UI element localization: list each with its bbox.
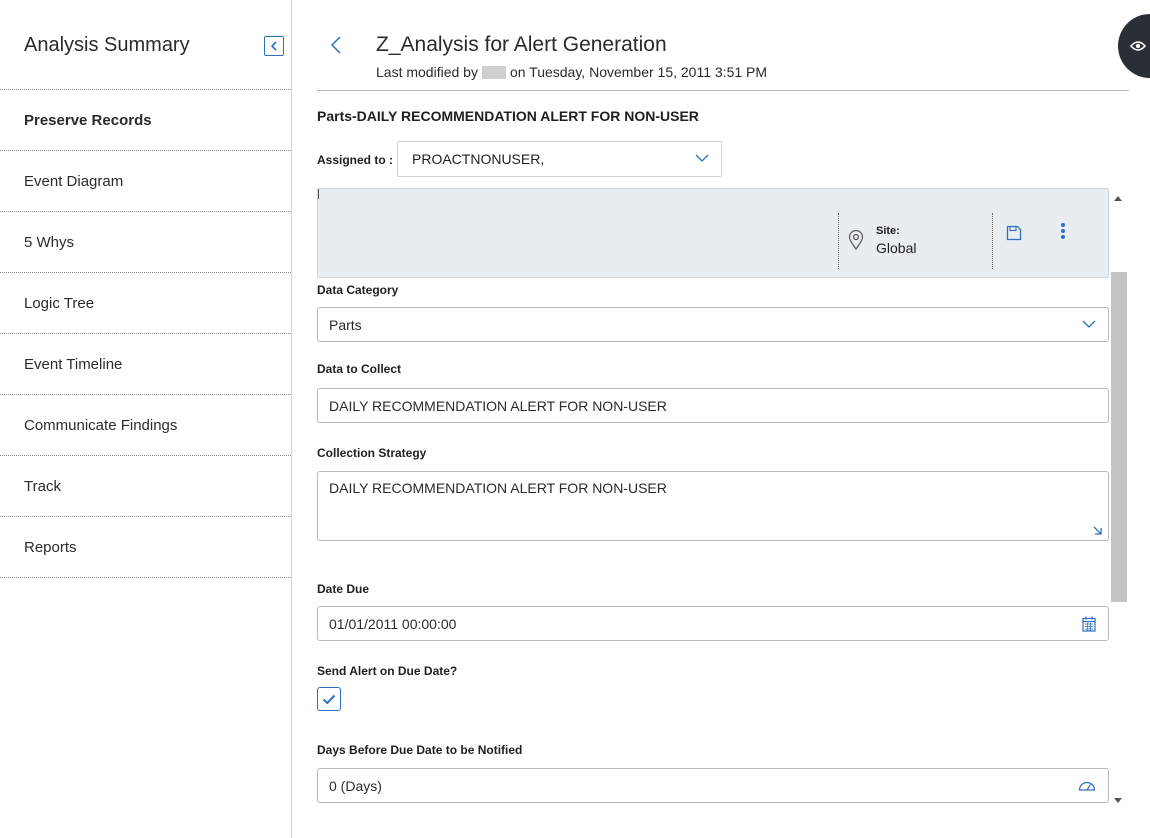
sidebar-nav: Preserve Records Event Diagram 5 Whys Lo…	[0, 90, 291, 578]
site-label: Site:	[876, 225, 900, 237]
gauge-icon[interactable]	[1078, 780, 1096, 791]
days-before-value: 0 (Days)	[329, 777, 382, 794]
send-alert-label: Send Alert on Due Date?	[317, 664, 458, 678]
sidebar-item-track[interactable]: Track	[0, 456, 291, 517]
page-title: Z_Analysis for Alert Generation	[376, 33, 667, 56]
scroll-down-arrow-icon[interactable]	[1114, 798, 1122, 803]
save-icon[interactable]	[1006, 225, 1022, 241]
toolbar-separator	[838, 213, 839, 269]
form-scrollbar[interactable]	[1111, 188, 1127, 810]
sidebar-item-preserve-records[interactable]: Preserve Records	[0, 90, 291, 151]
modified-prefix: Last modified by	[376, 64, 478, 80]
date-due-value: 01/01/2011 00:00:00	[329, 615, 457, 632]
data-to-collect-label: Data to Collect	[317, 362, 402, 376]
collection-strategy-value: DAILY RECOMMENDATION ALERT FOR NON-USER	[329, 480, 667, 496]
sidebar-item-logic-tree[interactable]: Logic Tree	[0, 273, 291, 334]
site-value: Global	[876, 240, 917, 256]
calendar-icon[interactable]	[1082, 616, 1096, 632]
location-pin-icon	[848, 230, 864, 250]
sidebar: Analysis Summary Preserve Records Event …	[0, 0, 292, 838]
chevron-down-icon	[1082, 320, 1096, 328]
checkmark-icon	[322, 694, 336, 704]
sidebar-item-reports[interactable]: Reports	[0, 517, 291, 578]
record-toolbar: Site: Global	[317, 188, 1109, 278]
sidebar-item-5-whys[interactable]: 5 Whys	[0, 212, 291, 273]
eye-fab-button[interactable]	[1118, 14, 1150, 78]
data-category-label: Data Category	[317, 283, 399, 297]
more-options-icon[interactable]	[1058, 223, 1068, 241]
chevron-down-icon	[695, 154, 709, 162]
eye-icon	[1130, 41, 1146, 51]
scrollbar-thumb[interactable]	[1111, 272, 1127, 602]
back-button[interactable]	[330, 30, 350, 60]
last-modified-line: Last modified by on Tuesday, November 15…	[376, 64, 767, 80]
date-due-label: Date Due	[317, 582, 370, 596]
data-to-collect-input[interactable]: DAILY RECOMMENDATION ALERT FOR NON-USER	[317, 388, 1109, 423]
collection-strategy-label: Collection Strategy	[317, 446, 427, 460]
modified-suffix: on Tuesday, November 15, 2011 3:51 PM	[509, 64, 768, 80]
redacted-user-name	[481, 65, 506, 79]
sidebar-header: Analysis Summary	[0, 0, 291, 90]
chevron-left-icon	[270, 41, 277, 51]
collection-strategy-textarea[interactable]: DAILY RECOMMENDATION ALERT FOR NON-USER	[317, 471, 1109, 541]
data-category-value: Parts	[329, 316, 362, 333]
scroll-up-arrow-icon[interactable]	[1114, 196, 1122, 201]
chevron-left-icon	[330, 36, 341, 54]
toolbar-separator	[992, 213, 993, 269]
sidebar-item-event-diagram[interactable]: Event Diagram	[0, 151, 291, 212]
sidebar-item-communicate-findings[interactable]: Communicate Findings	[0, 395, 291, 456]
send-alert-checkbox[interactable]	[317, 687, 341, 711]
assigned-to-label: Assigned to :	[317, 153, 394, 167]
collapse-sidebar-button[interactable]	[264, 36, 284, 56]
sidebar-title: Analysis Summary	[24, 34, 190, 56]
days-before-label: Days Before Due Date to be Notified	[317, 743, 523, 757]
data-category-select[interactable]: Parts	[317, 307, 1109, 342]
assigned-to-value: PROACTNONUSER,	[412, 151, 545, 167]
resize-handle-icon[interactable]	[1092, 524, 1104, 536]
header-divider	[317, 90, 1129, 91]
sidebar-item-event-timeline[interactable]: Event Timeline	[0, 334, 291, 395]
date-due-input[interactable]: 01/01/2011 00:00:00	[317, 606, 1109, 641]
toolbar-edge-mark	[318, 189, 319, 199]
record-title: Parts-DAILY RECOMMENDATION ALERT FOR NON…	[317, 108, 699, 124]
days-before-input[interactable]: 0 (Days)	[317, 768, 1109, 803]
record-form-pane: Site: Global Data Category Parts Data to…	[317, 188, 1129, 810]
assigned-to-select[interactable]: PROACTNONUSER,	[397, 141, 722, 177]
